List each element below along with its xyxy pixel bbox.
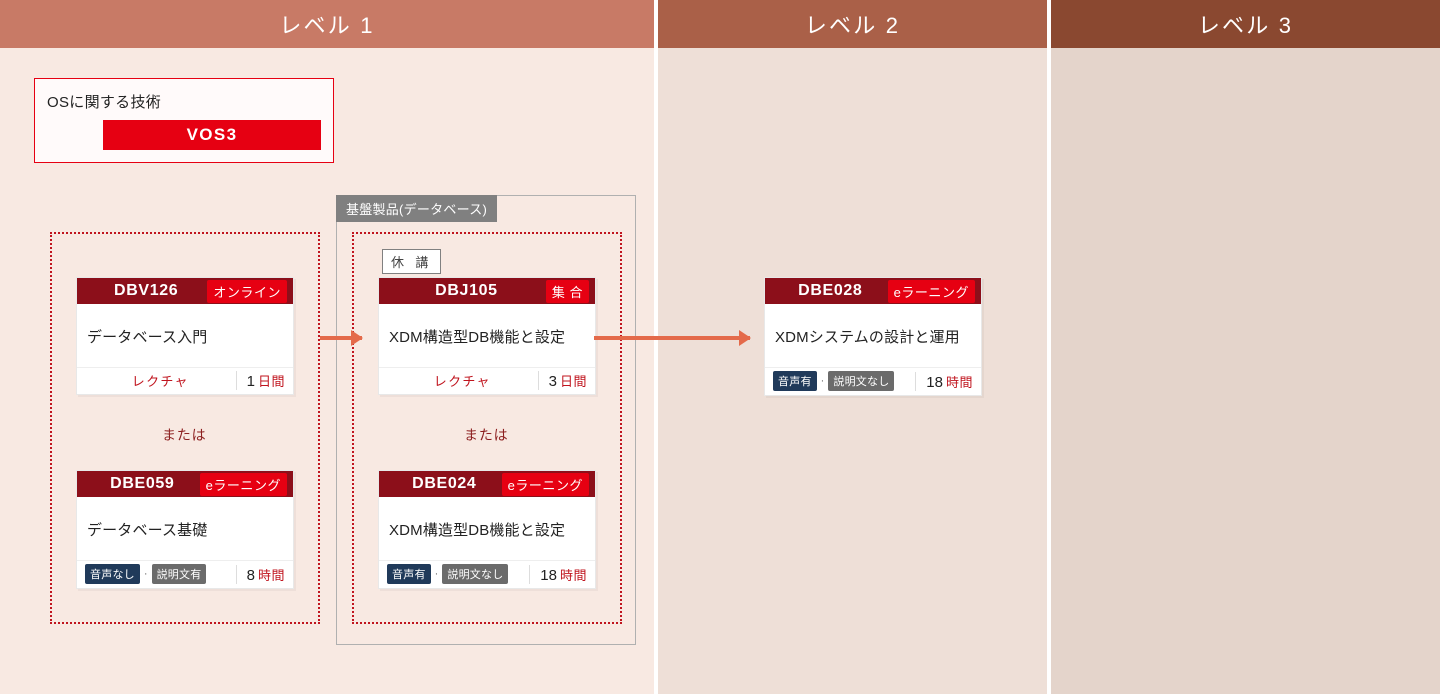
card-header: DBE028 eラーニング xyxy=(765,278,981,304)
card-title: XDM構造型DB機能と設定 xyxy=(379,497,595,560)
card-duration-unit: 日間 xyxy=(560,371,587,390)
card-mode-badge: eラーニング xyxy=(888,280,975,303)
card-duration-value: 18 xyxy=(540,567,557,584)
explain-chip: 説明文なし xyxy=(828,371,894,391)
chip-separator-icon: · xyxy=(821,375,825,387)
legend-badge: VOS3 xyxy=(103,120,321,150)
course-card-dbe024[interactable]: DBE024 eラーニング XDM構造型DB機能と設定 音声有 · 説明文なし … xyxy=(378,470,596,589)
card-footer-chips: 音声有 · 説明文なし xyxy=(387,564,529,584)
card-footer: 音声有 · 説明文なし 18 時間 xyxy=(379,560,595,588)
card-duration: 18 時間 xyxy=(529,565,587,584)
course-card-dbj105[interactable]: DBJ105 集 合 XDM構造型DB機能と設定 レクチャ 3 日間 xyxy=(378,277,596,395)
card-mode-badge: オンライン xyxy=(207,280,287,303)
card-title: XDM構造型DB機能と設定 xyxy=(379,304,595,367)
level-1-header: レベル 1 xyxy=(0,0,654,48)
level-2-header: レベル 2 xyxy=(658,0,1047,48)
audio-chip: 音声なし xyxy=(85,564,140,584)
audio-chip: 音声有 xyxy=(387,564,431,584)
card-duration: 1 日間 xyxy=(236,371,285,390)
card-mode-badge: eラーニング xyxy=(502,473,589,496)
card-footer: 音声なし · 説明文有 8 時間 xyxy=(77,560,293,588)
legend-title: OSに関する技術 xyxy=(47,91,321,112)
or-label-col-b: または xyxy=(464,425,509,445)
card-mode-badge: 集 合 xyxy=(546,280,589,303)
card-header: DBJ105 集 合 xyxy=(379,278,595,304)
card-duration-unit: 時間 xyxy=(946,372,973,391)
card-footer-chips: 音声なし · 説明文有 xyxy=(85,564,236,584)
card-duration-value: 3 xyxy=(549,373,557,390)
card-duration-value: 8 xyxy=(247,567,255,584)
chip-separator-icon: · xyxy=(144,568,148,580)
card-title: XDMシステムの設計と運用 xyxy=(765,304,981,367)
chip-separator-icon: · xyxy=(435,568,439,580)
card-duration: 8 時間 xyxy=(236,565,285,584)
card-duration-unit: 日間 xyxy=(258,371,285,390)
card-footer-chips: 音声有 · 説明文なし xyxy=(773,371,915,391)
card-duration-value: 18 xyxy=(926,374,943,391)
course-map-canvas: レベル 1 レベル 2 レベル 3 OSに関する技術 VOS3 基盤製品(データ… xyxy=(0,0,1440,694)
card-title: データベース基礎 xyxy=(77,497,293,560)
legend-box: OSに関する技術 VOS3 xyxy=(34,78,334,163)
course-card-dbe028[interactable]: DBE028 eラーニング XDMシステムの設計と運用 音声有 · 説明文なし … xyxy=(764,277,982,396)
card-duration-unit: 時間 xyxy=(258,565,285,584)
card-duration-value: 1 xyxy=(247,373,255,390)
card-header: DBV126 オンライン xyxy=(77,278,293,304)
explain-chip: 説明文有 xyxy=(152,564,207,584)
card-footer-lecture: レクチャ xyxy=(85,371,236,390)
card-footer: レクチャ 1 日間 xyxy=(77,367,293,394)
course-card-dbe059[interactable]: DBE059 eラーニング データベース基礎 音声なし · 説明文有 8 時間 xyxy=(76,470,294,589)
card-code: DBE028 xyxy=(773,282,888,300)
card-title: データベース入門 xyxy=(77,304,293,367)
card-code: DBJ105 xyxy=(387,282,546,300)
database-product-tag: 基盤製品(データベース) xyxy=(336,195,497,222)
card-footer-lecture: レクチャ xyxy=(387,371,538,390)
card-header: DBE059 eラーニング xyxy=(77,471,293,497)
card-duration: 3 日間 xyxy=(538,371,587,390)
card-code: DBE024 xyxy=(387,475,502,493)
card-duration: 18 時間 xyxy=(915,372,973,391)
card-code: DBE059 xyxy=(85,475,200,493)
card-duration-unit: 時間 xyxy=(560,565,587,584)
or-label-col-a: または xyxy=(162,425,207,445)
level-3-column: レベル 3 xyxy=(1051,0,1440,694)
card-footer: レクチャ 3 日間 xyxy=(379,367,595,394)
level-3-header: レベル 3 xyxy=(1051,0,1440,48)
arrow-icon xyxy=(320,336,362,340)
level-3-body xyxy=(1051,48,1440,694)
card-code: DBV126 xyxy=(85,282,207,300)
course-card-dbv126[interactable]: DBV126 オンライン データベース入門 レクチャ 1 日間 xyxy=(76,277,294,395)
audio-chip: 音声有 xyxy=(773,371,817,391)
explain-chip: 説明文なし xyxy=(442,564,508,584)
arrow-icon xyxy=(594,336,750,340)
card-mode-badge: eラーニング xyxy=(200,473,287,496)
suspended-tag: 休 講 xyxy=(382,249,441,274)
card-footer: 音声有 · 説明文なし 18 時間 xyxy=(765,367,981,395)
card-header: DBE024 eラーニング xyxy=(379,471,595,497)
